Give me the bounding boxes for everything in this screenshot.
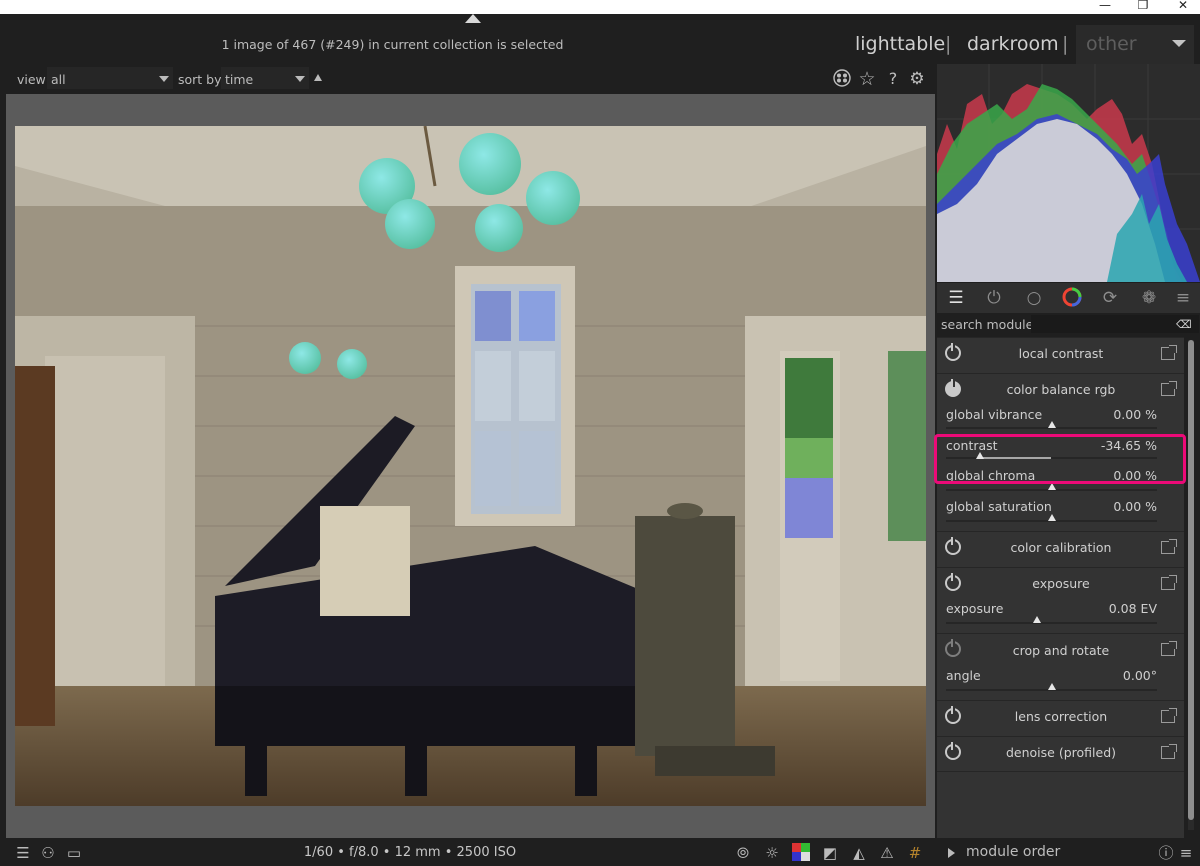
expand-arrow-icon[interactable] xyxy=(948,848,955,858)
power-icon[interactable] xyxy=(945,379,961,397)
window-title-strip xyxy=(0,0,1200,14)
multi-instance-icon[interactable] xyxy=(1161,539,1177,554)
view-separator: | xyxy=(1062,33,1069,55)
minimize-icon[interactable]: — xyxy=(1090,0,1120,14)
power-icon[interactable] xyxy=(945,742,961,760)
color-assessment-icon[interactable] xyxy=(791,843,811,863)
collapse-top-panel-arrow[interactable] xyxy=(465,14,481,23)
slider-value[interactable]: 0.08 EV xyxy=(1060,601,1157,616)
slider-value[interactable]: 0.00 % xyxy=(1060,499,1157,514)
restore-icon[interactable]: ❐ xyxy=(1128,0,1158,14)
module-order-label[interactable]: module order xyxy=(966,844,1060,860)
sort-order-icon[interactable] xyxy=(314,74,322,81)
focus-peaking-icon[interactable]: ⦾ xyxy=(733,843,753,863)
view-lighttable[interactable]: lighttable xyxy=(855,33,945,55)
search-module-input[interactable] xyxy=(1031,315,1199,333)
bulb-icon[interactable]: ☼ xyxy=(762,843,782,863)
chevron-down-icon[interactable] xyxy=(1172,40,1186,47)
module-name[interactable]: color calibration xyxy=(970,540,1152,555)
presets-menu-icon[interactable]: ≡ xyxy=(1176,843,1196,863)
clear-search-icon[interactable]: ⌫ xyxy=(1176,318,1192,331)
gear-icon[interactable]: ⚙ xyxy=(907,69,927,89)
view-darkroom[interactable]: darkroom xyxy=(967,33,1059,55)
power-icon[interactable] xyxy=(945,537,961,555)
center-photo[interactable] xyxy=(15,126,926,806)
close-icon[interactable]: ✕ xyxy=(1168,0,1198,14)
effect-group-icon[interactable]: ❁ xyxy=(1136,287,1162,309)
module-name[interactable]: lens correction xyxy=(970,709,1152,724)
color-labels-icon[interactable] xyxy=(832,69,852,89)
exif-info: 1/60 • f/8.0 • 12 mm • 2500 ISO xyxy=(303,845,517,860)
quick-access-icon[interactable]: ☰ xyxy=(943,287,969,309)
scrollbar-thumb[interactable] xyxy=(1188,340,1194,820)
info-icon[interactable]: ⓘ xyxy=(1156,843,1176,863)
sort-label: sort by xyxy=(178,72,222,87)
slider-label: exposure xyxy=(946,601,1004,616)
power-icon[interactable] xyxy=(945,573,961,591)
multi-instance-icon[interactable] xyxy=(1161,641,1177,656)
chevron-down-icon[interactable] xyxy=(159,76,169,82)
base-group-icon[interactable]: ○ xyxy=(1021,287,1047,309)
slider-value[interactable]: 0.00 % xyxy=(1060,407,1157,422)
slider-marker[interactable] xyxy=(1047,683,1056,690)
multi-instance-icon[interactable] xyxy=(1161,381,1177,396)
slider-label: global vibrance xyxy=(946,407,1043,422)
slider-marker[interactable] xyxy=(1032,616,1041,623)
styles-icon[interactable]: ⚇ xyxy=(38,843,58,863)
collection-status: 1 image of 467 (#249) in current collect… xyxy=(221,37,564,52)
slider-marker[interactable] xyxy=(1047,514,1056,521)
sort-value[interactable]: time xyxy=(225,72,253,87)
search-module-label: search module xyxy=(941,317,1034,332)
clipping-icon[interactable]: ◭ xyxy=(849,843,869,863)
correct-group-icon[interactable]: ⟳ xyxy=(1097,287,1123,309)
highlight-annotation xyxy=(934,434,1186,484)
multi-instance-icon[interactable] xyxy=(1161,708,1177,723)
active-modules-icon[interactable]: ⏻ xyxy=(981,287,1007,309)
power-icon[interactable] xyxy=(945,706,961,724)
slider-track[interactable] xyxy=(946,622,1157,624)
multi-instance-icon[interactable] xyxy=(1161,345,1177,360)
module-divider xyxy=(937,771,1184,772)
star-icon[interactable]: ☆ xyxy=(857,69,877,89)
module-name[interactable]: local contrast xyxy=(970,346,1152,361)
multi-instance-icon[interactable] xyxy=(1161,744,1177,759)
raw-overexposed-icon[interactable]: ◩ xyxy=(820,843,840,863)
view-other[interactable]: other xyxy=(1086,33,1137,55)
power-icon[interactable] xyxy=(945,343,961,361)
slider-marker[interactable] xyxy=(1047,421,1056,428)
view-separator: | xyxy=(945,33,952,55)
module-name[interactable]: denoise (profiled) xyxy=(970,745,1152,760)
display-icon[interactable]: ▭ xyxy=(64,843,84,863)
module-name[interactable]: exposure xyxy=(970,576,1152,591)
module-name[interactable]: crop and rotate xyxy=(970,643,1152,658)
slider-value[interactable]: 0.00° xyxy=(1060,668,1157,683)
histogram[interactable] xyxy=(937,64,1200,282)
chevron-down-icon[interactable] xyxy=(295,76,305,82)
slider-marker[interactable] xyxy=(1047,483,1056,490)
filmstrip-icon[interactable]: ☰ xyxy=(13,843,33,863)
slider-label: angle xyxy=(946,668,981,683)
power-icon[interactable] xyxy=(945,639,961,657)
module-name[interactable]: color balance rgb xyxy=(970,382,1152,397)
view-filter-select[interactable] xyxy=(47,67,173,89)
view-filter-value[interactable]: all xyxy=(51,72,66,87)
view-filter-label: view xyxy=(17,72,46,87)
guides-icon[interactable]: # xyxy=(905,843,925,863)
slider-label: global saturation xyxy=(946,499,1052,514)
multi-instance-icon[interactable] xyxy=(1161,575,1177,590)
color-group-icon[interactable] xyxy=(1059,287,1085,309)
softproof-warning-icon[interactable]: ⚠ xyxy=(877,843,897,863)
presets-menu-icon[interactable]: ≡ xyxy=(1170,287,1196,309)
help-icon[interactable]: ? xyxy=(883,69,903,89)
